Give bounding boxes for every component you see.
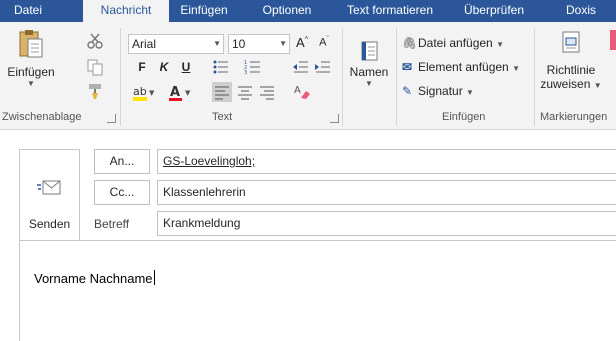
attach-item-button[interactable]: ✉ Element anfügen ▼	[402, 60, 520, 74]
clear-formatting-icon[interactable]: A	[294, 83, 312, 101]
compose-area: Senden An... GS-Loevelingloh; Cc... Klas…	[0, 131, 616, 341]
font-size-combo[interactable]: 10 ▼	[228, 34, 290, 54]
group-divider	[396, 28, 397, 126]
highlight-color-icon[interactable]: ab ▼	[132, 84, 156, 102]
tags-group-label: Markierungen	[540, 111, 608, 123]
text-cursor	[153, 270, 155, 285]
subject-field[interactable]: Krankmeldung	[157, 211, 616, 236]
align-right-icon[interactable]	[258, 83, 276, 101]
send-label: Senden	[28, 217, 71, 231]
text-group-label: Text	[212, 111, 233, 123]
subject-label: Betreff	[94, 217, 130, 231]
ribbon: Einfügen ▼ Zwischenablage Arial ▼ 10 ▼ A…	[0, 22, 616, 130]
paste-label: Einfügen	[7, 65, 55, 79]
svg-text:A: A	[170, 85, 180, 100]
ribbon-tab-bar: Datei Nachricht Einfügen Optionen Text f…	[0, 0, 616, 23]
format-painter-icon[interactable]	[86, 82, 104, 100]
policy-icon	[562, 31, 580, 53]
outlook-item-icon: ✉	[402, 60, 413, 74]
align-center-icon[interactable]	[236, 83, 254, 101]
signature-icon: ✎	[402, 84, 413, 98]
tab-ueberpruefen[interactable]: Überprüfen	[454, 0, 534, 22]
names-button[interactable]: Namen ▼	[343, 40, 395, 100]
tab-datei[interactable]: Datei	[6, 0, 50, 22]
tab-optionen[interactable]: Optionen	[252, 0, 322, 22]
chevron-down-icon: ▼	[496, 40, 504, 49]
svg-text:▼: ▼	[149, 89, 155, 97]
to-field[interactable]: GS-Loevelingloh;	[157, 149, 616, 174]
chevron-down-icon: ▼	[213, 39, 221, 48]
send-envelope-icon	[37, 180, 61, 195]
attach-file-label: Datei anfügen	[418, 36, 493, 50]
subject-value: Krankmeldung	[163, 216, 241, 230]
clipboard-paste-icon	[19, 30, 43, 58]
cut-icon[interactable]	[86, 32, 104, 50]
chevron-down-icon: ▼	[279, 39, 287, 48]
bullets-icon[interactable]	[212, 58, 230, 76]
cc-recipient: Klassenlehrerin	[163, 185, 246, 199]
group-divider	[534, 28, 535, 126]
align-left-icon[interactable]	[212, 82, 232, 102]
to-button[interactable]: An...	[94, 149, 150, 174]
clipboard-launcher-icon[interactable]	[107, 114, 116, 123]
svg-text:A: A	[294, 85, 301, 96]
svg-text:▼: ▼	[185, 89, 191, 97]
cc-field[interactable]: Klassenlehrerin	[157, 180, 616, 205]
font-size-value: 10	[232, 37, 246, 51]
font-name-value: Arial	[132, 37, 157, 51]
increase-indent-icon[interactable]	[314, 58, 332, 76]
assign-policy-button[interactable]: Richtlinie zuweisen ▼	[536, 30, 606, 108]
clipboard-group-label: Zwischenablage	[2, 111, 82, 123]
bold-button[interactable]: F	[134, 60, 150, 74]
attach-file-button[interactable]: 🖇︎Datei anfügen ▼	[402, 36, 504, 50]
insert-group-label: Einfügen	[442, 111, 486, 123]
underline-button[interactable]: U	[178, 60, 194, 74]
numbering-icon[interactable]: 123	[244, 58, 262, 76]
signature-button[interactable]: ✎ Signatur ▼	[402, 84, 474, 98]
tab-einfuegen[interactable]: Einfügen	[170, 0, 238, 22]
font-name-combo[interactable]: Arial ▼	[128, 34, 224, 54]
shrink-font-button[interactable]: Aˇ	[316, 36, 332, 49]
address-book-icon	[361, 41, 378, 61]
tab-doxis[interactable]: Doxis	[557, 0, 605, 22]
attach-item-label: Element anfügen	[418, 60, 509, 74]
names-label: Namen	[349, 65, 389, 79]
policy-label-line1: Richtlinie	[546, 63, 596, 77]
to-recipient[interactable]: GS-Loevelingloh;	[163, 154, 255, 168]
grow-font-button[interactable]: A^	[294, 35, 310, 50]
copy-icon[interactable]	[86, 58, 104, 76]
svg-text:ab: ab	[133, 85, 147, 98]
paperclip-icon: 🖇︎	[402, 36, 418, 50]
tab-text-formatieren[interactable]: Text formatieren	[340, 0, 440, 22]
message-body[interactable]: Vorname Nachname	[19, 240, 616, 341]
chevron-down-icon: ▼	[512, 64, 520, 73]
cc-button[interactable]: Cc...	[94, 180, 150, 205]
send-button[interactable]: Senden	[19, 149, 80, 247]
group-divider	[120, 28, 121, 126]
tab-nachricht[interactable]: Nachricht	[83, 0, 169, 23]
italic-button[interactable]: K	[156, 60, 172, 74]
signature-label: Signatur	[418, 84, 463, 98]
text-launcher-icon[interactable]	[330, 114, 339, 123]
decrease-indent-icon[interactable]	[292, 58, 310, 76]
paste-button[interactable]: Einfügen ▼	[6, 26, 56, 104]
chevron-down-icon: ▼	[365, 79, 373, 88]
policy-label-line2: zuweisen ▼	[540, 77, 602, 91]
chevron-down-icon: ▼	[466, 88, 474, 97]
message-body-text[interactable]: Vorname Nachname	[34, 270, 155, 286]
flag-icon[interactable]	[610, 30, 616, 50]
chevron-down-icon: ▼	[27, 79, 35, 88]
svg-text:3: 3	[244, 70, 247, 76]
font-color-icon[interactable]: A ▼	[168, 84, 192, 102]
